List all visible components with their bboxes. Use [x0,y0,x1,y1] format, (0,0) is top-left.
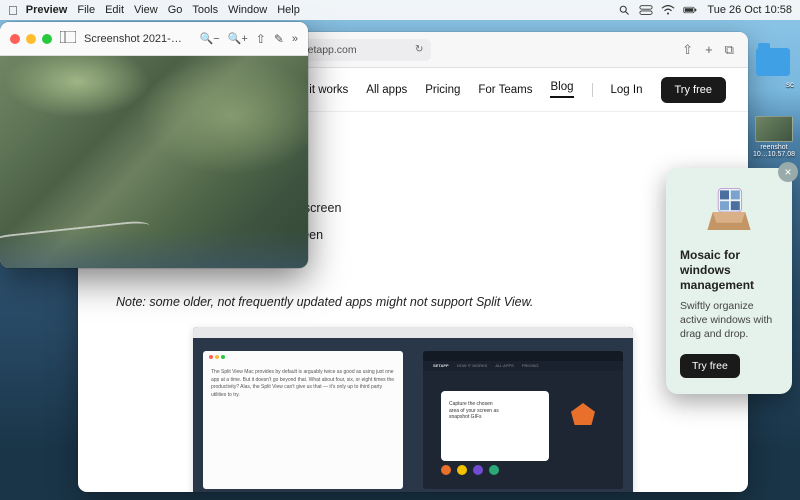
thumbnail-image [755,116,793,142]
nav-blog[interactable]: Blog [550,81,573,98]
preview-window: Screenshot 2021-… 🔍− 🔍+ ⇧ ✎ » [0,22,308,268]
preview-toolbar: Screenshot 2021-… 🔍− 🔍+ ⇧ ✎ » [0,22,308,56]
menu-go[interactable]: Go [168,4,183,16]
thumbnail-time: 10…10.57.08 [752,151,796,158]
battery-icon[interactable] [683,4,697,16]
promo-card: × Mosaic for windows management Swiftly … [666,168,792,394]
preview-title: Screenshot 2021-… [84,33,182,45]
more-icon[interactable]: » [292,33,298,45]
new-tab-icon[interactable]: + [705,42,713,58]
nav-for-teams[interactable]: For Teams [478,84,532,96]
wifi-icon[interactable] [661,4,675,16]
menu-file[interactable]: File [77,4,95,16]
window-controls[interactable] [10,34,52,44]
promo-try-free-button[interactable]: Try free [680,354,740,378]
apple-menu-icon[interactable]:  [8,3,18,18]
minimize-window-icon[interactable] [26,34,36,44]
nav-try-free-button[interactable]: Try free [661,77,727,103]
zoom-in-icon[interactable]: 🔍+ [228,32,248,45]
menu-view[interactable]: View [134,4,158,16]
spotlight-icon[interactable] [617,4,631,16]
tabs-overview-icon[interactable]: ⧉ [725,42,734,58]
desktop-folder-icon[interactable] [756,48,790,76]
promo-title: Mosaic for windows management [680,248,778,293]
preview-image[interactable] [0,56,308,268]
nav-pricing[interactable]: Pricing [425,84,460,96]
promo-body: Swiftly organize active windows with dra… [680,299,778,342]
nav-divider [592,83,593,97]
reload-icon[interactable]: ↻ [415,44,423,55]
menu-window[interactable]: Window [228,4,267,16]
desktop-screenshot-thumb[interactable]: reenshot 10…10.57.08 [752,116,796,158]
menu-tools[interactable]: Tools [192,4,218,16]
control-center-icon[interactable] [639,4,653,16]
address-bar-text: setapp.com [302,44,356,56]
article-note: Note: some older, not frequently updated… [116,291,710,314]
thumbnail-name: reenshot [752,144,796,151]
figure-left-window: The Split View Mac provides by default i… [203,351,403,489]
markup-icon[interactable]: ✎ [274,32,284,46]
fullscreen-window-icon[interactable] [42,34,52,44]
close-icon[interactable]: × [778,162,798,182]
nav-all-apps[interactable]: All apps [366,84,407,96]
close-window-icon[interactable] [10,34,20,44]
menubar-app-name[interactable]: Preview [26,4,68,16]
desktop-folder-label: sc [786,80,794,89]
menu-help[interactable]: Help [277,4,300,16]
sidebar-toggle-icon[interactable] [60,31,76,46]
promo-illustration [680,182,778,242]
figure-right-window: SETAPP HOW IT WORKS ALL APPS PRICING Cap… [423,351,623,489]
nav-login[interactable]: Log In [611,84,643,96]
share-icon-preview[interactable]: ⇧ [256,32,266,46]
zoom-out-icon[interactable]: 🔍− [200,32,220,45]
share-icon[interactable]: ⇧ [682,42,693,58]
menu-edit[interactable]: Edit [105,4,124,16]
macos-menubar:  Preview File Edit View Go Tools Window… [0,0,800,20]
article-figure: The Split View Mac provides by default i… [193,327,633,492]
menubar-clock[interactable]: Tue 26 Oct 10:58 [707,4,792,16]
